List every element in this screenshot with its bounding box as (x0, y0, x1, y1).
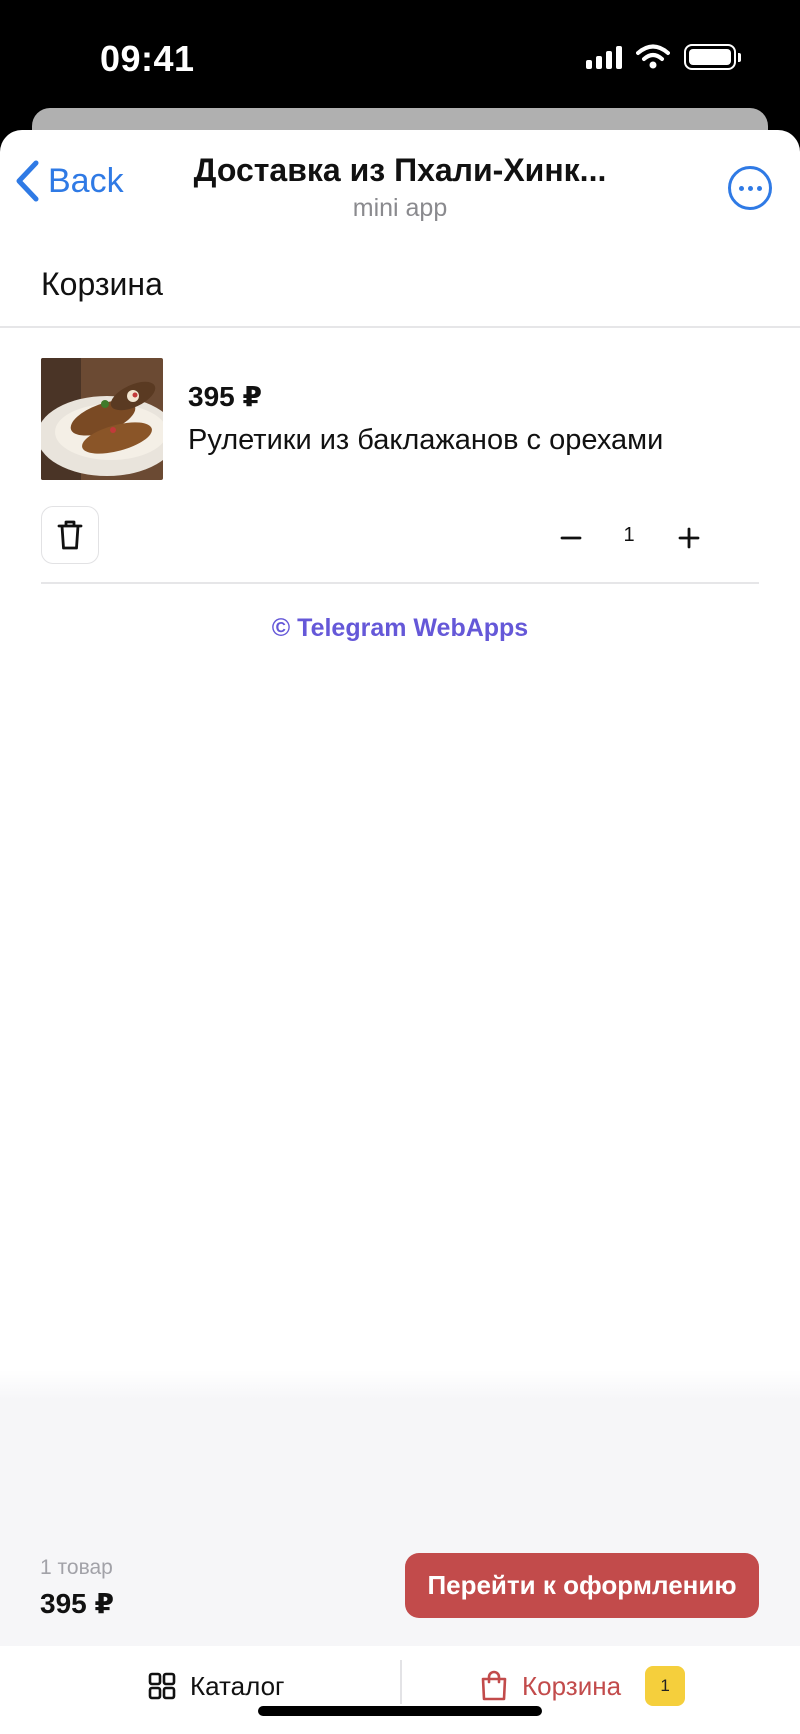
tab-catalog[interactable]: Каталог (148, 1662, 285, 1710)
telegram-webapps-link[interactable]: © Telegram WebApps (0, 614, 800, 643)
items-count: 1 товар (40, 1556, 113, 1579)
decrease-quantity-button[interactable] (551, 518, 591, 558)
bag-icon (481, 1670, 507, 1701)
wifi-icon (636, 44, 670, 69)
more-icon (738, 185, 744, 191)
tab-cart[interactable]: Корзина 1 (480, 1662, 686, 1710)
app-subtitle: mini app (352, 194, 448, 222)
status-time: 09:41 (100, 38, 195, 79)
product-image (41, 358, 163, 480)
battery-icon (684, 44, 741, 70)
trash-icon (57, 520, 83, 550)
tab-cart-label: Корзина (522, 1670, 622, 1701)
checkout-button[interactable]: Перейти к оформлению (405, 1553, 759, 1618)
home-indicator (258, 1706, 542, 1716)
page-title: Корзина (41, 266, 163, 302)
status-bar: 09:41 (0, 0, 800, 110)
item-name: Рулетики из баклажанов с орехами (188, 424, 664, 456)
item-price: 395 ₽ (188, 381, 262, 412)
tab-separator (400, 1660, 402, 1704)
header-divider (0, 326, 800, 328)
status-icons (586, 44, 741, 70)
cart-count-badge: 1 (645, 1666, 686, 1706)
minus-icon (560, 536, 582, 540)
quantity-value: 1 (623, 524, 635, 546)
tab-catalog-label: Каталог (190, 1670, 285, 1701)
increase-quantity-button[interactable] (669, 518, 709, 558)
plus-icon (678, 527, 700, 549)
app-title: Доставка из Пхали-Хинк... (193, 152, 607, 188)
bottom-fade (0, 1370, 800, 1400)
remove-item-button[interactable] (41, 506, 99, 564)
item-divider (41, 582, 759, 584)
grid-icon (148, 1672, 176, 1700)
header: Back Доставка из Пхали-Хинк... mini app (0, 130, 800, 230)
signal-icon (586, 45, 622, 69)
order-total: 395 ₽ (40, 1588, 114, 1619)
more-button[interactable] (728, 166, 772, 210)
